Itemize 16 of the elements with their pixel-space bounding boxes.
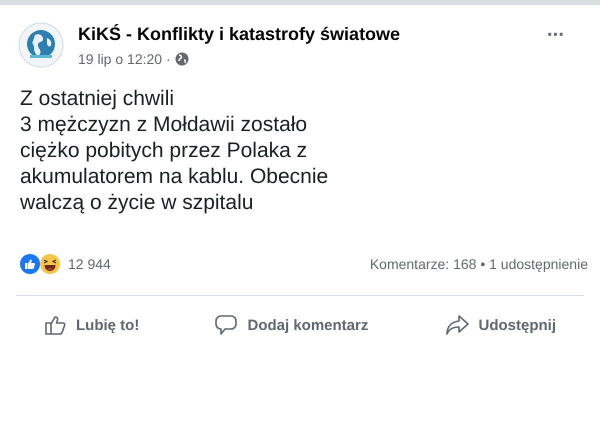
- globe-icon: [174, 52, 189, 66]
- page-name[interactable]: KiKŚ - Konflikty i katastrofy światowe: [78, 24, 534, 44]
- laughing-emoji-icon: [40, 254, 60, 274]
- comments-shares-count[interactable]: Komentarze: 168 • 1 udostępnienie: [370, 256, 588, 272]
- more-options-button[interactable]: ···: [547, 24, 582, 46]
- share-arrow-icon: [444, 314, 468, 336]
- post-text: Z ostatniej chwili 3 mężczyzn z Mołdawii zostało ciężko pobitych przez Polaka z akumulatorem na kablu. Obecnie walczą o życie w szpitalu: [20, 86, 330, 216]
- like-button[interactable]: Lubię to!: [40, 310, 144, 340]
- like-reaction-icon: [20, 254, 40, 274]
- speech-bubble-icon: [215, 314, 238, 336]
- thumbs-up-icon: [44, 314, 66, 336]
- comment-button[interactable]: Dodaj komentarz: [211, 310, 372, 340]
- reaction-count[interactable]: 12 944: [68, 256, 370, 272]
- post-time: 19 lip o 12:20 ·: [78, 50, 171, 66]
- share-button[interactable]: Udostępnij: [440, 310, 560, 340]
- globe-logo: [18, 22, 64, 68]
